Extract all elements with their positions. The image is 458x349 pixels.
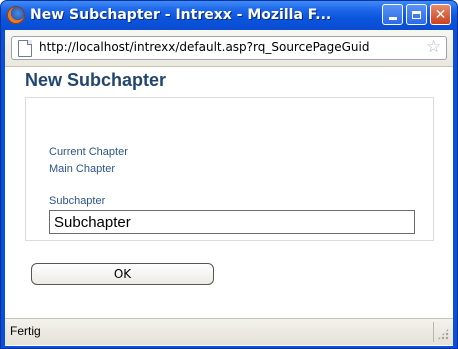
address-bar[interactable]: http://localhost/intrexx/default.asp?rq_… (11, 36, 447, 60)
ok-button[interactable]: OK (31, 263, 214, 285)
bookmark-star-icon[interactable]: ☆ (426, 38, 441, 56)
maximize-icon (412, 10, 421, 19)
status-bar: Fertig (5, 318, 453, 345)
minimize-button[interactable] (382, 4, 403, 25)
resize-grip-icon[interactable] (437, 328, 449, 340)
address-bar-area: http://localhost/intrexx/default.asp?rq_… (5, 30, 453, 67)
subchapter-label: Subchapter (49, 195, 106, 207)
status-divider (433, 322, 434, 342)
current-chapter-label: Current Chapter (49, 146, 128, 158)
title-bar[interactable]: New Subchapter - Intrexx - Mozilla F... … (1, 1, 457, 30)
maximize-button[interactable] (406, 4, 427, 25)
page-title: New Subchapter (25, 70, 167, 90)
browser-window: New Subchapter - Intrexx - Mozilla F... … (0, 0, 458, 349)
close-button[interactable]: ✕ (430, 4, 451, 25)
status-text: Fertig (10, 324, 41, 338)
window-title: New Subchapter - Intrexx - Mozilla F... (30, 7, 332, 23)
current-chapter-value: Main Chapter (49, 163, 116, 175)
close-icon: ✕ (434, 6, 447, 23)
minimize-icon (388, 17, 397, 20)
page-icon (18, 40, 32, 57)
firefox-icon (7, 6, 25, 24)
subchapter-input[interactable] (49, 210, 415, 234)
url-text[interactable]: http://localhost/intrexx/default.asp?rq_… (39, 40, 370, 54)
